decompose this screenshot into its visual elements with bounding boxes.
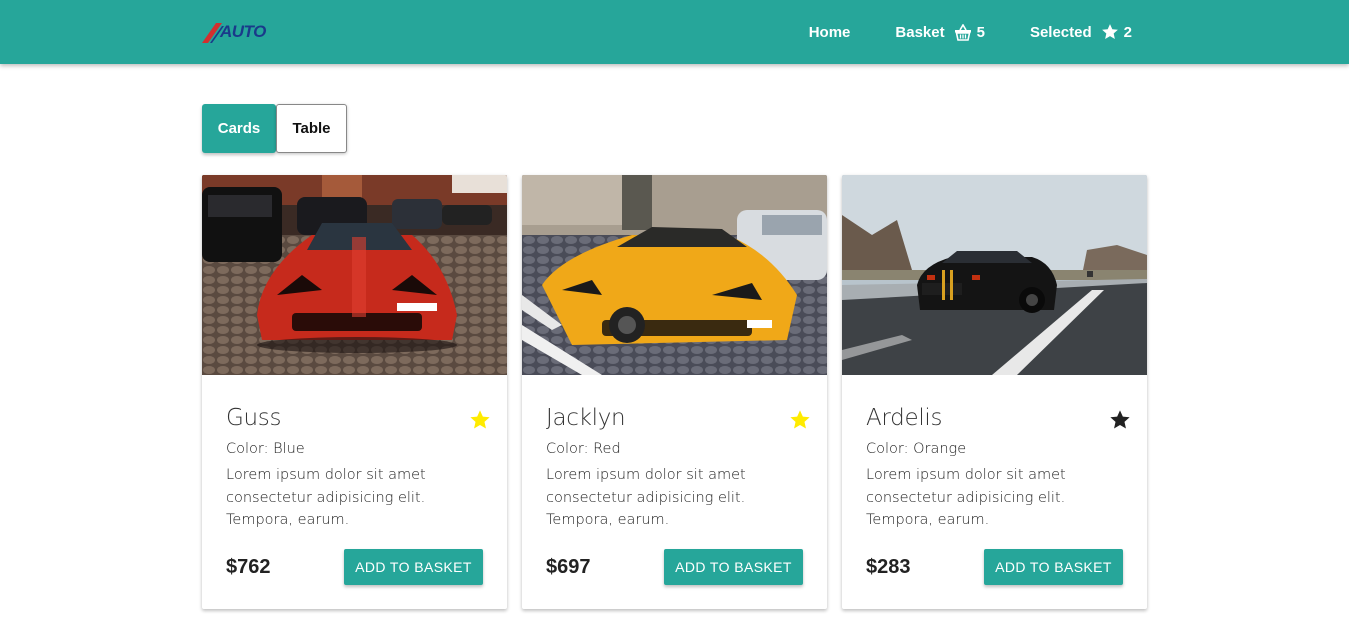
car-name: Guss [226, 405, 282, 431]
star-icon[interactable] [789, 409, 811, 431]
cards-view-button[interactable]: Cards [202, 104, 276, 153]
car-image [522, 175, 827, 375]
add-to-basket-button[interactable]: ADD TO BASKET [664, 549, 803, 585]
car-image [202, 175, 507, 375]
car-color: Color: Red [546, 441, 621, 457]
top-navbar: AUTO Home Basket 5 Selected 2 [0, 0, 1349, 64]
car-description: Lorem ipsum dolor sit amet consectetur a… [546, 467, 746, 528]
nav-selected-link[interactable]: Selected 2 [1030, 23, 1132, 41]
car-color: Color: Blue [226, 441, 305, 457]
star-fill [790, 410, 810, 429]
add-to-basket-button[interactable]: ADD TO BASKET [344, 549, 483, 585]
car-card: Jacklyn Color: Red Lorem ipsum dolor sit… [522, 175, 827, 609]
star-icon[interactable] [1109, 409, 1131, 431]
nav-basket-link[interactable]: Basket 5 [895, 23, 985, 41]
car-name: Jacklyn [546, 405, 626, 431]
table-view-button[interactable]: Table [276, 104, 347, 153]
car-price: $283 [866, 556, 911, 578]
car-cards: Guss Color: Blue Lorem ipsum dolor sit a… [202, 175, 1162, 609]
nav-selected-label: Selected [1029, 23, 1092, 41]
add-to-basket-button[interactable]: ADD TO BASKET [984, 549, 1123, 585]
car-image [842, 175, 1147, 375]
car-card: Ardelis Color: Orange Lorem ipsum dolor … [842, 175, 1147, 609]
star-icon[interactable] [469, 409, 491, 431]
car-description: Lorem ipsum dolor sit amet consectetur a… [226, 467, 426, 528]
car-price: $697 [546, 556, 591, 578]
car-name: Ardelis [866, 405, 943, 431]
nav-home-label: Home [808, 23, 851, 41]
logo-text: AUTO [220, 22, 266, 41]
view-toggle: Cards Table [202, 104, 347, 153]
car-color: Color: Orange [866, 441, 967, 457]
nav-links: Home Basket 5 Selected 2 [764, 0, 1132, 64]
nav-home-link[interactable]: Home [809, 24, 851, 41]
basket-icon [954, 23, 972, 41]
basket-count: 5 [976, 23, 985, 41]
car-description: Lorem ipsum dolor sit amet consectetur a… [866, 467, 1066, 528]
nav-basket-label: Basket [895, 23, 945, 41]
star-icon [1101, 23, 1119, 41]
auto-logo[interactable]: AUTO [202, 22, 272, 44]
car-card: Guss Color: Blue Lorem ipsum dolor sit a… [202, 175, 507, 609]
selected-count: 2 [1123, 23, 1132, 41]
car-price: $762 [226, 556, 271, 578]
star-fill [1110, 410, 1130, 429]
star-fill [470, 410, 490, 429]
